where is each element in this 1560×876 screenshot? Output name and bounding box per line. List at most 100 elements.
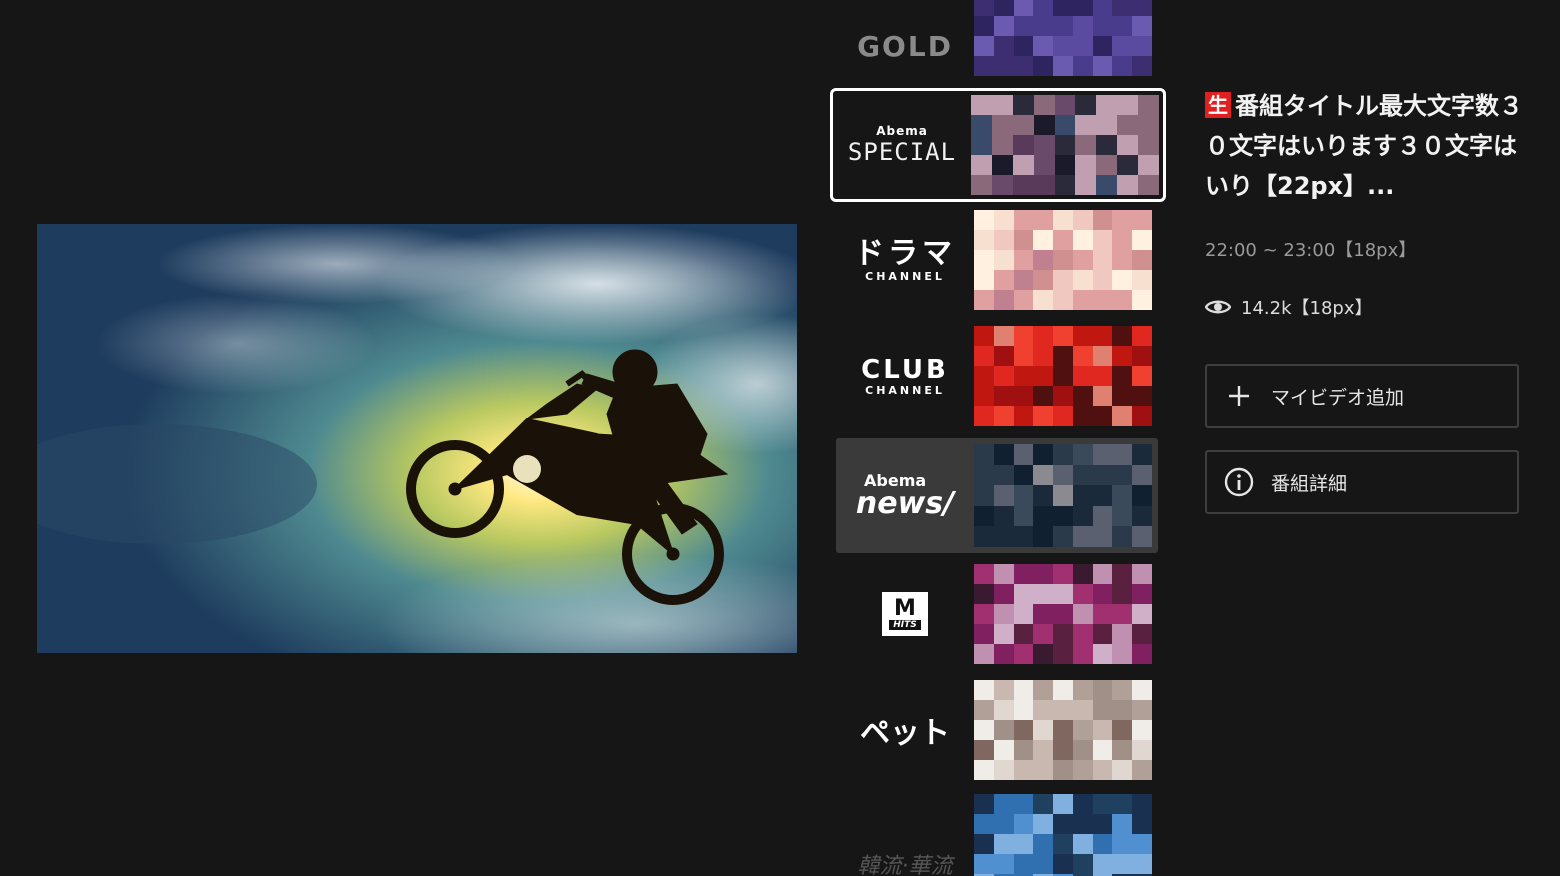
thumbnail-tile [1053,680,1073,700]
thumbnail-tile [1033,0,1054,16]
thumbnail-tile [1132,406,1152,426]
thumbnail-tile [1033,270,1054,290]
thumbnail-tile [1033,346,1054,366]
thumbnail-tile [1112,740,1133,760]
thumbnail-tile [993,290,1014,310]
thumbnail-tile [991,155,1013,175]
thumbnail-tile [1053,386,1073,406]
channel-row-special[interactable]: Abema SPECIAL [830,88,1166,202]
thumbnail-tile [974,464,994,486]
logo-text: SPECIAL [847,138,957,166]
thumbnail-tile [1012,135,1034,155]
thumbnail-tile [1072,250,1093,270]
program-title-text: 番組タイトル最大文字数３０文字はいります３０文字はいり【22px】... [1205,92,1523,200]
motocross-image [37,224,797,653]
channel-row-korean[interactable]: 韓流·華流 [836,788,1158,876]
channel-row-drama[interactable]: ドラマ CHANNEL [836,204,1158,316]
thumbnail-tile [1112,604,1133,624]
thumbnail-tile [974,485,994,506]
thumbnail-tile [1033,680,1054,700]
thumbnail-tile [1033,526,1054,547]
thumbnail-tile [1072,526,1093,547]
thumbnail-tile [1013,326,1034,346]
thumbnail-tile [1033,760,1054,780]
video-preview[interactable] [37,224,797,653]
program-detail-button[interactable]: 番組詳細 [1205,450,1519,514]
thumbnail-tile [1013,760,1034,780]
channel-thumbnail [974,0,1152,76]
thumbnail-tile [1132,444,1152,465]
thumbnail-tile [1112,56,1133,76]
channel-row-club[interactable]: CLUB CHANNEL [836,320,1158,432]
thumbnail-tile [1013,485,1034,506]
thumbnail-tile [1033,564,1054,584]
channel-thumbnail [974,564,1152,664]
plus-icon [1207,385,1271,407]
thumbnail-tile [1132,290,1152,310]
thumbnail-tile [1072,485,1093,506]
thumbnail-tile [1013,564,1034,584]
thumbnail-tile [991,175,1013,195]
view-count-text: 14.2k【18px】 [1241,298,1373,319]
thumbnail-tile [1132,604,1152,624]
logo-text: M [894,596,916,621]
thumbnail-tile [1112,210,1133,230]
thumbnail-tile [974,250,994,270]
thumbnail-tile [993,794,1014,814]
thumbnail-tile [971,135,992,155]
view-count: 14.2k【18px】 [1205,294,1535,320]
thumbnail-tile [1072,16,1093,36]
thumbnail-tile [1013,36,1034,56]
thumbnail-tile [1112,644,1133,664]
thumbnail-tile [974,505,994,527]
thumbnail-tile [1132,366,1152,386]
thumbnail-tile [1117,155,1139,175]
thumbnail-tile [1112,464,1133,486]
thumbnail-tile [1072,406,1093,426]
thumbnail-tile [1033,36,1054,56]
logo-text: CLUB [861,354,949,385]
thumbnail-tile [993,346,1014,366]
thumbnail-tile [1112,326,1133,346]
thumbnail-tile [993,406,1014,426]
thumbnail-tile [1075,175,1097,195]
thumbnail-tile [1013,0,1034,16]
thumbnail-tile [1092,366,1113,386]
thumbnail-tile [1053,270,1073,290]
thumbnail-tile [1053,485,1073,506]
channel-row-gold[interactable]: GOLD [836,0,1158,82]
thumbnail-tile [1053,505,1073,527]
channel-row-pet[interactable]: ペット [836,674,1158,786]
thumbnail-tile [1072,760,1093,780]
thumbnail-tile [1092,16,1113,36]
thumbnail-tile [974,270,994,290]
thumbnail-tile [1092,250,1113,270]
logo-text: GOLD [857,29,953,63]
thumbnail-tile [993,720,1014,740]
channel-logo-mtv-hits: M HITS [836,558,974,670]
thumbnail-tile [1072,326,1093,346]
thumbnail-tile [993,386,1014,406]
thumbnail-tile [1132,485,1152,506]
thumbnail-tile [1053,444,1073,465]
thumbnail-tile [993,444,1014,465]
thumbnail-tile [1132,700,1152,720]
thumbnail-tile [993,604,1014,624]
thumbnail-tile [1054,135,1076,155]
thumbnail-tile [1053,760,1073,780]
add-my-video-button[interactable]: マイビデオ追加 [1205,364,1519,428]
thumbnail-tile [1132,250,1152,270]
thumbnail-tile [1092,36,1113,56]
channel-row-mtv-hits[interactable]: M HITS [836,558,1158,670]
thumbnail-tile [974,814,994,834]
thumbnail-tile [1033,814,1054,834]
thumbnail-tile [1072,366,1093,386]
thumbnail-tile [1033,250,1054,270]
thumbnail-tile [1096,95,1118,115]
thumbnail-tile [1092,270,1113,290]
thumbnail-tile [1132,834,1152,854]
channel-row-news[interactable]: Abema news/ [836,438,1158,553]
thumbnail-tile [1117,135,1139,155]
thumbnail-tile [1072,564,1093,584]
thumbnail-tile [1092,834,1113,854]
